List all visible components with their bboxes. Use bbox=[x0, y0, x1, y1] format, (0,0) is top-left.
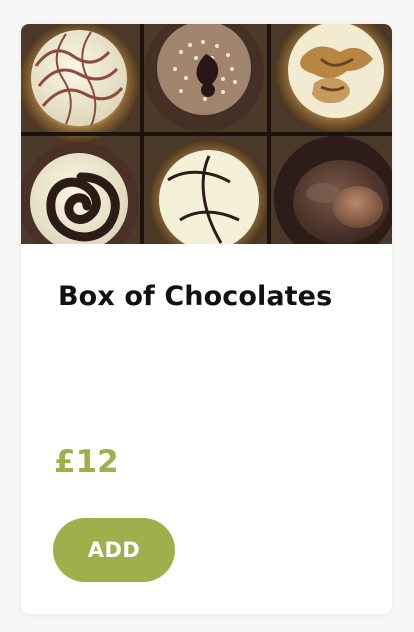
add-to-cart-button[interactable]: ADD bbox=[53, 518, 175, 582]
product-card: Box of Chocolates £12 ADD bbox=[21, 24, 392, 614]
product-image[interactable] bbox=[21, 24, 392, 244]
page: Box of Chocolates £12 ADD bbox=[0, 0, 414, 632]
product-price: £12 bbox=[54, 444, 119, 480]
product-title: Box of Chocolates bbox=[58, 281, 333, 312]
